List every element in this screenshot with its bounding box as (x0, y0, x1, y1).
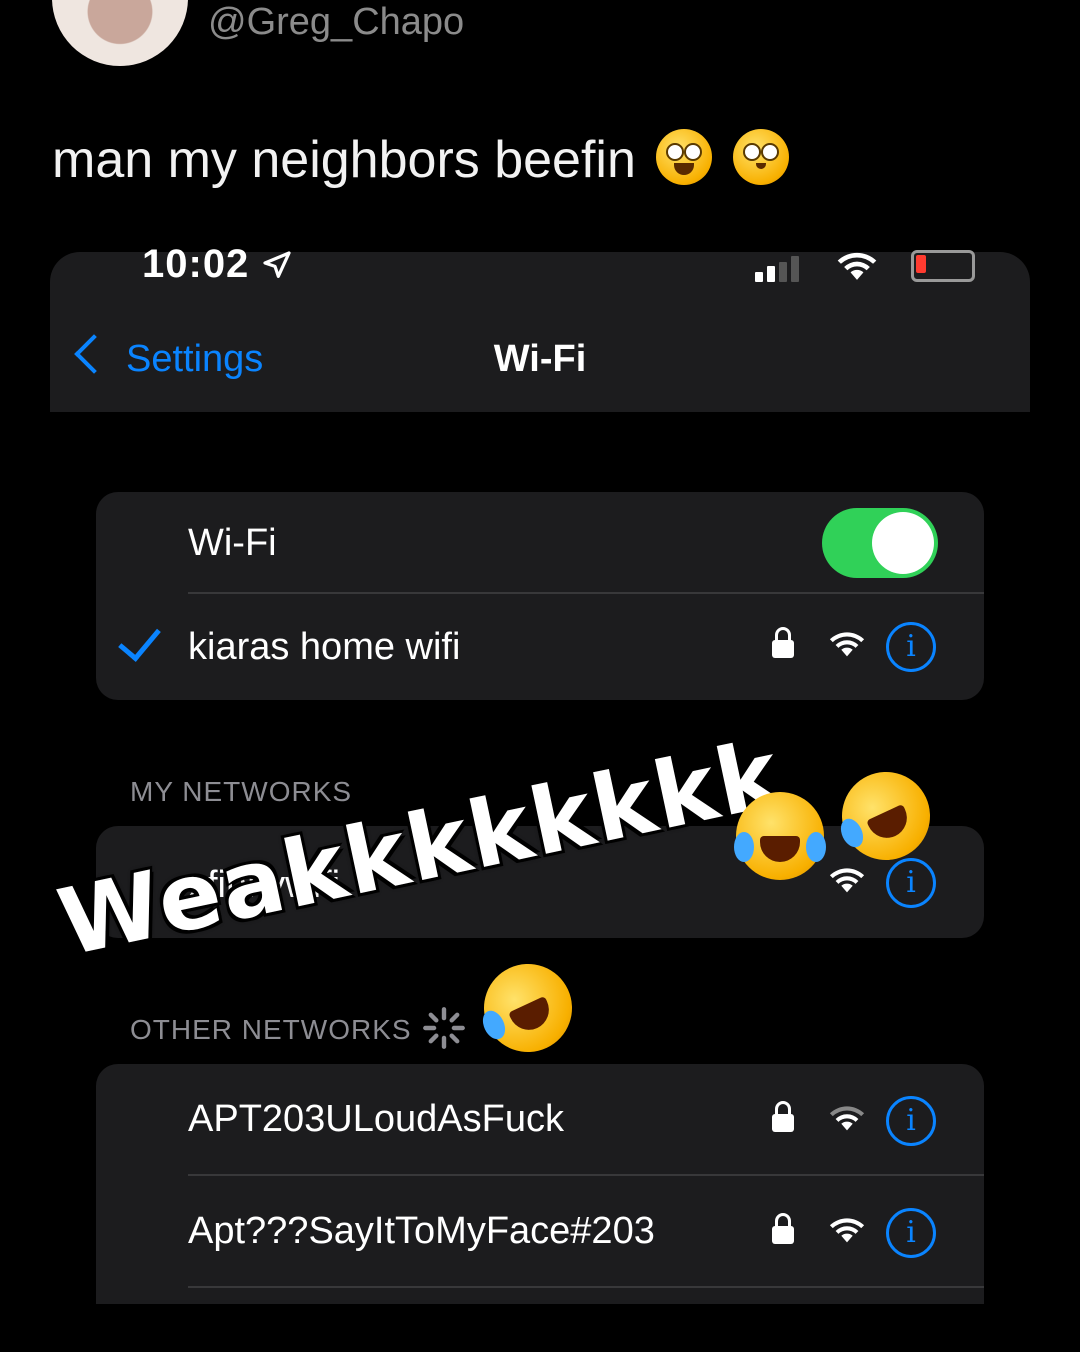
info-icon[interactable]: i (886, 858, 936, 908)
wifi-strength-icon (829, 632, 865, 657)
other-networks-header: OTHER NETWORKS (130, 1014, 412, 1045)
info-icon[interactable]: i (886, 622, 936, 672)
wifi-toggle-group: Wi-Fi kiaras home wifi i (96, 492, 984, 700)
connected-network-row[interactable]: kiaras home wifi i (96, 594, 984, 700)
rolling-on-floor-laughing-emoji (656, 129, 713, 185)
other-networks-group: APT203ULoudAsFuck i Apt???SayItToMyFace#… (96, 1064, 984, 1304)
status-indicators (755, 250, 975, 282)
navigation-bar: 10:02 Settings Wi-Fi (50, 242, 1030, 412)
wifi-icon (837, 252, 877, 280)
divider (188, 1286, 984, 1288)
network-name: APT203ULoudAsFuck (188, 1098, 564, 1140)
my-networks-header: MY NETWORKS (130, 776, 353, 807)
wifi-toggle-switch[interactable] (822, 508, 938, 578)
flushed-face-emoji (732, 129, 789, 185)
battery-charging-icon (911, 250, 975, 282)
avatar[interactable] (52, 0, 188, 66)
tweet-text: man my neighbors beefin (52, 128, 789, 192)
wifi-toggle-label: Wi-Fi (188, 522, 277, 564)
lock-icon (772, 627, 794, 658)
wifi-toggle-row: Wi-Fi (96, 492, 984, 594)
wifi-strength-icon (829, 1106, 865, 1131)
wifi-strength-icon (829, 868, 865, 893)
page-title: Wi-Fi (493, 338, 587, 380)
network-name: Apt???SayItToMyFace#203 (188, 1210, 655, 1252)
lock-icon (772, 1101, 794, 1132)
tweet-handle[interactable]: @Greg_Chapo (208, 0, 464, 44)
network-row-apt203[interactable]: APT203ULoudAsFuck i (96, 1064, 984, 1176)
tweet-text-body: man my neighbors beefin (52, 131, 636, 189)
lock-icon (772, 1213, 794, 1244)
cell-signal-icon (755, 256, 803, 282)
loudly-crying-emoji (734, 792, 826, 880)
location-arrow-icon (263, 251, 292, 278)
info-icon[interactable]: i (886, 1208, 936, 1258)
checkmark-icon (118, 617, 161, 662)
loading-spinner-icon (423, 1007, 465, 1049)
network-row-apt-say-it[interactable]: Apt???SayItToMyFace#203 i (96, 1176, 984, 1288)
network-name: kiaras home wifi (188, 626, 461, 668)
info-icon[interactable]: i (886, 1096, 936, 1146)
status-time: 10:02 (142, 242, 293, 287)
wifi-strength-icon (829, 1218, 865, 1243)
